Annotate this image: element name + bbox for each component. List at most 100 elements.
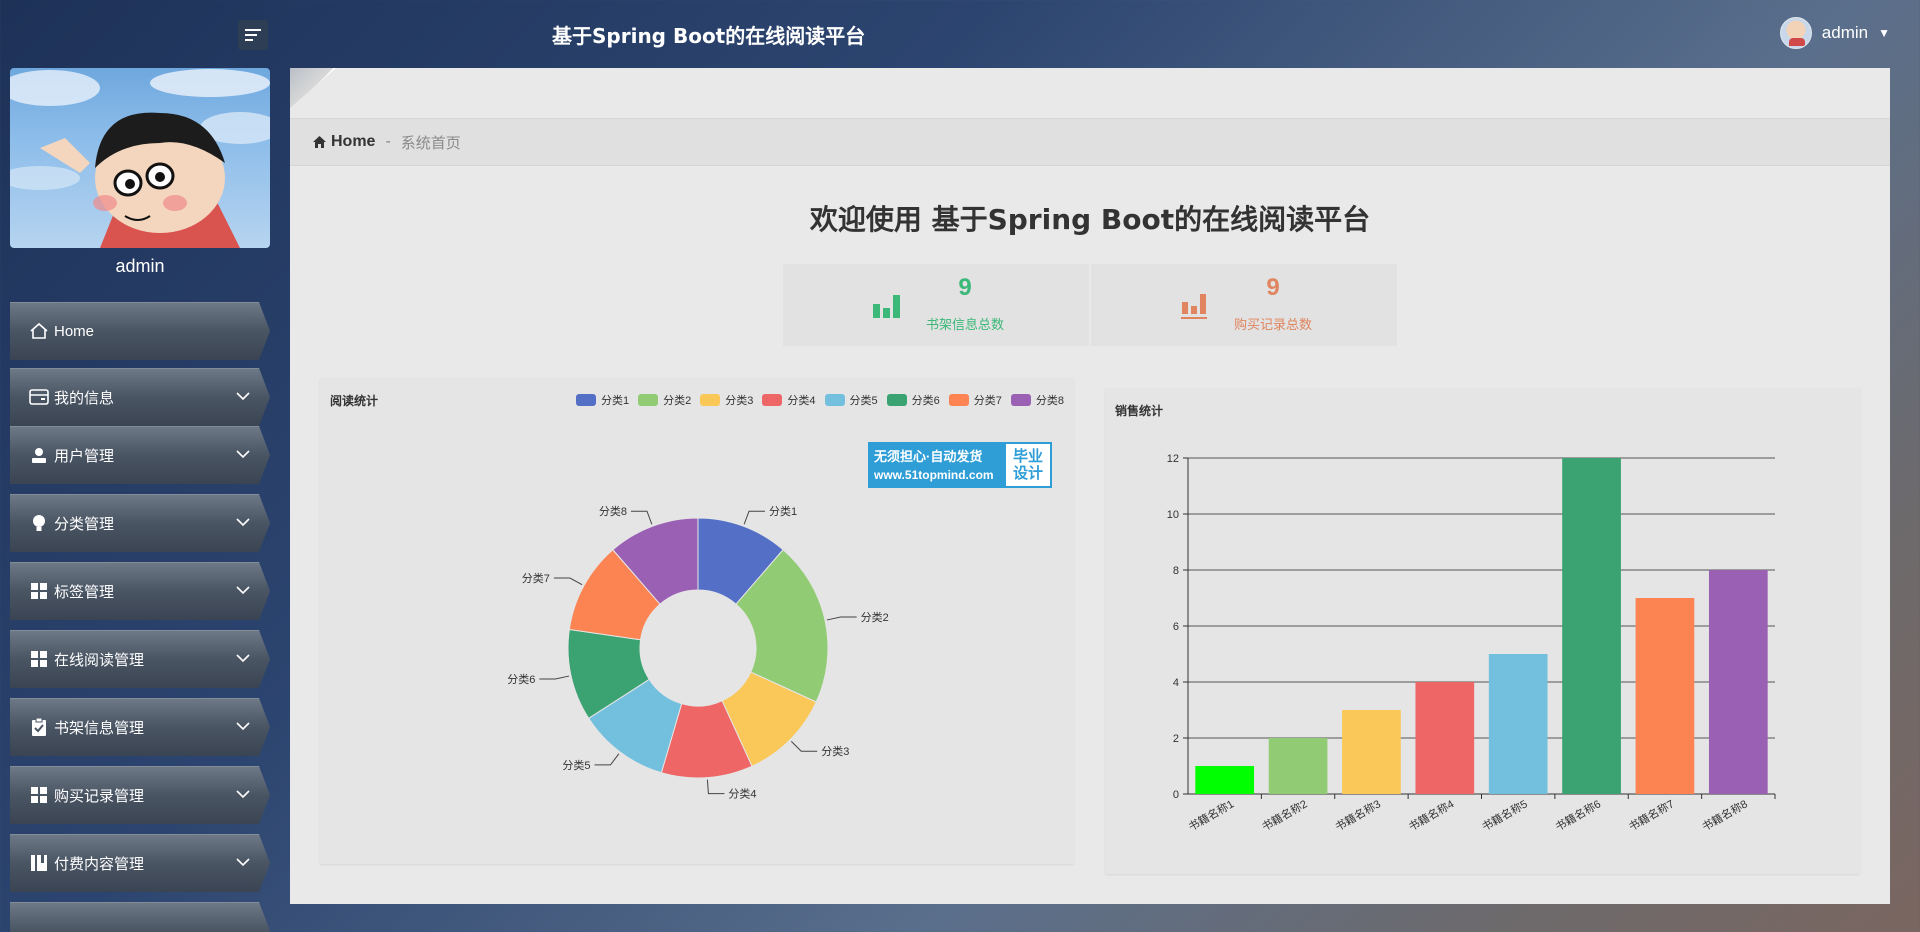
- user-icon: [28, 444, 50, 466]
- caret-down-icon[interactable]: ▼: [1878, 26, 1890, 40]
- sidebar-item-label: 标签管理: [54, 583, 115, 601]
- watermark-right2: 设计: [1012, 465, 1043, 482]
- sidebar-item-more[interactable]: [10, 902, 270, 932]
- book-icon: [28, 852, 50, 874]
- y-tick-label: 6: [1173, 621, 1179, 633]
- sidebar-item-category-management[interactable]: 分类管理: [10, 494, 270, 552]
- grid-icon: [28, 784, 50, 806]
- x-tick-label: 书籍名称5: [1479, 796, 1529, 833]
- stat-value: 9: [1266, 274, 1280, 301]
- pie-label: 分类3: [821, 744, 849, 758]
- sidebar-item-online-reading-management[interactable]: 在线阅读管理: [10, 630, 270, 688]
- pie-label-line: [594, 753, 620, 766]
- sales-stats-panel: 销售统计 0 2 4 6 8 10 12 书籍名称1 书籍名称2 书籍名称3 书籍名称4 书籍名称5 书…: [1105, 388, 1860, 874]
- sidebar-item-label: 我的信息: [54, 389, 115, 407]
- pie-label-line: [790, 740, 818, 752]
- chevron-down-icon: [236, 582, 250, 599]
- sidebar-item-user-management[interactable]: 用户管理: [10, 426, 270, 484]
- y-tick-label: 0: [1173, 789, 1179, 801]
- chevron-down-icon: [236, 514, 250, 531]
- menu-toggle-button[interactable]: [238, 20, 268, 50]
- bar[interactable]: [1195, 766, 1255, 794]
- pie-label-line: [826, 616, 857, 621]
- profile-name: admin: [115, 256, 165, 276]
- chevron-down-icon: [236, 388, 250, 405]
- pie-label-line: [630, 510, 653, 525]
- top-bar: 基于Spring Boot的在线阅读平台 admin ▼: [0, 0, 1920, 66]
- sidebar-item-label: 分类管理: [54, 515, 115, 533]
- y-tick-label: 12: [1167, 453, 1179, 465]
- menu-lines-icon: [245, 29, 261, 41]
- pie-label: 分类4: [728, 787, 756, 801]
- sidebar-item-label: Home: [54, 322, 95, 340]
- sidebar-item-home[interactable]: Home: [10, 302, 270, 360]
- pie-label-line: [553, 577, 583, 586]
- sidebar-item-bookshelf-management[interactable]: 书架信息管理: [10, 698, 270, 756]
- x-tick-label: 书籍名称4: [1406, 796, 1456, 833]
- stat-label: 购买记录总数: [1233, 317, 1312, 332]
- chevron-down-icon: [236, 446, 250, 463]
- lightbulb-icon: [28, 512, 50, 534]
- x-tick-label: 书籍名称6: [1553, 796, 1603, 833]
- y-tick-label: 2: [1173, 733, 1179, 745]
- stat-card-purchase: 9 购买记录总数: [1091, 264, 1397, 346]
- pie-label-line: [539, 675, 570, 680]
- pie-label-line: [706, 779, 725, 795]
- breadcrumb-home-label[interactable]: Home: [331, 133, 375, 151]
- pie-label: 分类7: [522, 571, 550, 585]
- chevron-down-icon: [236, 650, 250, 667]
- profile-image: [10, 68, 270, 248]
- user-menu[interactable]: admin ▼: [1779, 17, 1890, 49]
- bar[interactable]: [1488, 654, 1548, 794]
- bar[interactable]: [1708, 570, 1768, 794]
- watermark-badge: 无须担心·自动发货 www.51topmind.com 毕业 设计: [868, 442, 1052, 488]
- watermark-right1: 毕业: [1012, 448, 1043, 465]
- id-card-icon: [28, 386, 50, 408]
- breadcrumb: Home - 系统首页: [290, 118, 1890, 166]
- grid-icon: [28, 580, 50, 602]
- clipboard-check-icon: [28, 716, 50, 738]
- chevron-down-icon: [236, 718, 250, 735]
- username-label[interactable]: admin: [1822, 23, 1868, 43]
- app-title: 基于Spring Boot的在线阅读平台: [552, 24, 866, 48]
- breadcrumb-home[interactable]: Home: [312, 133, 375, 151]
- sidebar-item-purchase-records-management[interactable]: 购买记录管理: [10, 766, 270, 824]
- sidebar-item-label: 付费内容管理: [54, 855, 145, 873]
- chevron-down-icon: [236, 854, 250, 871]
- breadcrumb-current: 系统首页: [400, 134, 461, 152]
- stat-value: 9: [958, 274, 972, 301]
- bar[interactable]: [1562, 458, 1621, 794]
- pie-label: 分类8: [599, 504, 627, 518]
- bar[interactable]: [1342, 710, 1401, 794]
- pie-label: 分类2: [861, 610, 889, 624]
- bar[interactable]: [1415, 682, 1475, 794]
- x-tick-label: 书籍名称8: [1699, 796, 1749, 833]
- bar[interactable]: [1635, 598, 1695, 794]
- y-tick-label: 10: [1167, 509, 1179, 521]
- x-tick-label: 书籍名称2: [1259, 796, 1309, 833]
- grid-icon: [28, 648, 50, 670]
- pie-label: 分类1: [769, 504, 797, 518]
- watermark-url: www.51topmind.com: [874, 468, 994, 482]
- home-icon: [28, 320, 50, 342]
- stat-card-bookshelf: 9 书架信息总数: [783, 264, 1089, 346]
- chevron-down-icon: [236, 786, 250, 803]
- avatar[interactable]: [1779, 17, 1812, 49]
- bar[interactable]: [1268, 738, 1328, 794]
- page-title: 欢迎使用 基于Spring Boot的在线阅读平台: [809, 203, 1371, 236]
- sidebar-item-label: 用户管理: [54, 447, 115, 465]
- sidebar-item-label: 书架信息管理: [54, 719, 145, 737]
- y-tick-label: 4: [1173, 677, 1179, 689]
- x-tick-label: 书籍名称3: [1333, 796, 1383, 833]
- y-tick-label: 8: [1173, 565, 1179, 577]
- breadcrumb-separator: -: [385, 133, 391, 150]
- bar-chart: 0 2 4 6 8 10 12 书籍名称1 书籍名称2 书籍名称3 书籍名称4 书籍名称5 书籍名称6 书…: [1167, 453, 1776, 834]
- sidebar-item-paid-content-management[interactable]: 付费内容管理: [10, 834, 270, 892]
- sidebar-item-label: 在线阅读管理: [54, 651, 145, 669]
- watermark-line1: 无须担心·自动发货: [874, 449, 983, 464]
- x-tick-label: 书籍名称7: [1626, 796, 1676, 833]
- home-icon: [313, 136, 326, 148]
- sidebar-item-my-info[interactable]: 我的信息: [10, 368, 270, 426]
- sidebar-item-tag-management[interactable]: 标签管理: [10, 562, 270, 620]
- sidebar: admin Home 我的信息 用户管理 分类管理 标签管理 在线阅读管理 书架…: [0, 66, 280, 932]
